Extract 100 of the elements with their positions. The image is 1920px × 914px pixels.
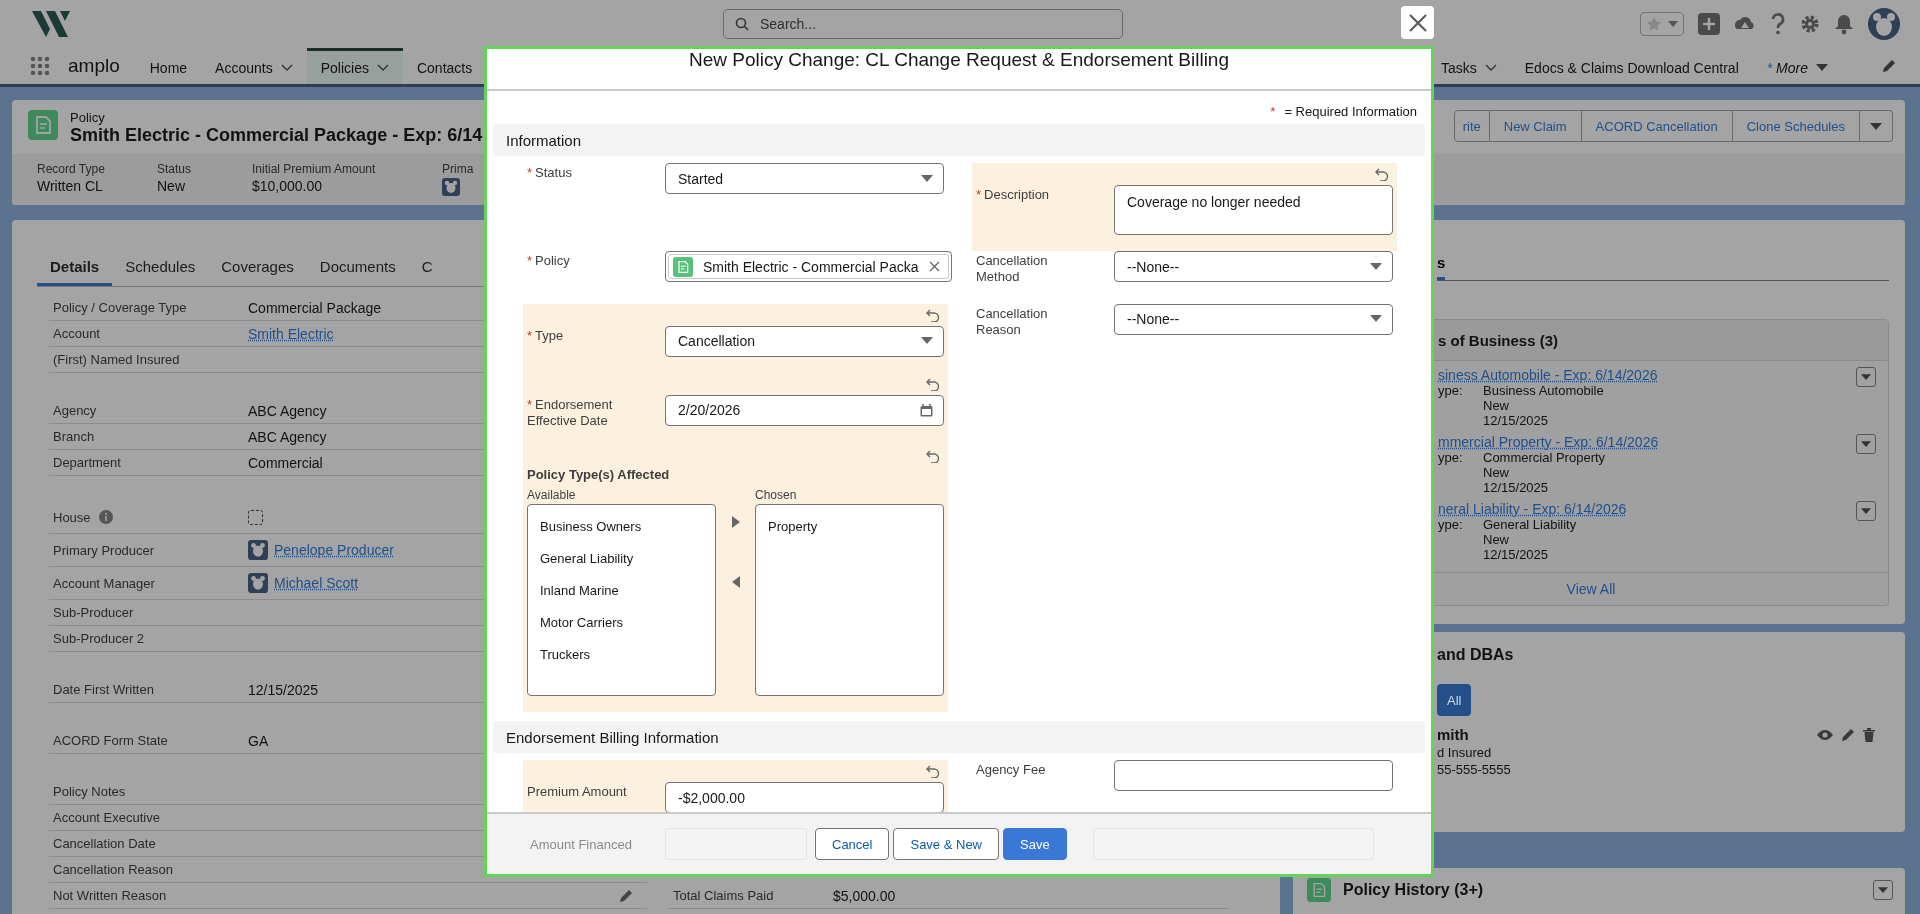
nav-tab[interactable]: Tasks xyxy=(1426,48,1511,84)
object-type: Policy xyxy=(70,110,106,125)
nav-tab[interactable]: Policies xyxy=(306,48,403,84)
field-label: Prima xyxy=(442,162,474,176)
chevron-down-icon[interactable] xyxy=(1484,63,1497,72)
select-field[interactable]: Started xyxy=(665,163,944,194)
input-field[interactable]: -$2,000.00 xyxy=(665,782,944,812)
list-option[interactable]: General Liability xyxy=(540,551,703,566)
listbox[interactable]: Property xyxy=(755,504,944,696)
more-actions-button[interactable] xyxy=(1860,110,1893,142)
undo-icon[interactable] xyxy=(1375,167,1389,181)
view-all-button[interactable]: All xyxy=(1437,684,1472,716)
info-icon[interactable] xyxy=(98,510,113,524)
field-label: * Endorsement Effective Date xyxy=(527,395,614,429)
field-label: Cancellation Reason xyxy=(976,304,1049,338)
related-list-title: s of Business (3) xyxy=(1438,331,1559,349)
undo-icon[interactable] xyxy=(926,376,940,391)
field-label: Sub-Producer xyxy=(53,605,134,620)
bell-icon[interactable] xyxy=(1834,13,1854,35)
search-field[interactable]: Search... xyxy=(723,9,1123,39)
app-launcher-icon[interactable] xyxy=(30,56,50,76)
caret-icon xyxy=(921,174,933,183)
left-arrow-icon[interactable] xyxy=(731,576,740,588)
list-option[interactable]: Inland Marine xyxy=(540,583,703,598)
nav-tab-label: Tasks xyxy=(1440,59,1477,76)
close-button[interactable] xyxy=(1401,6,1434,39)
field-label: Cancellation Date xyxy=(53,836,156,851)
nav-tab[interactable]: Accounts xyxy=(201,48,307,84)
date-field[interactable]: 2/20/2026 xyxy=(665,394,944,426)
field-value: General Liability xyxy=(1483,517,1577,532)
row-menu-button[interactable] xyxy=(1856,501,1876,521)
field-value: New xyxy=(1483,465,1509,480)
field-label: Premium Amount xyxy=(527,783,628,801)
avatar-icon[interactable] xyxy=(1868,8,1900,40)
caret-icon xyxy=(1861,440,1871,448)
pencil-icon[interactable] xyxy=(1882,59,1896,73)
caret-icon xyxy=(1870,122,1882,131)
field-value: $10,000.00 xyxy=(252,178,323,194)
tab[interactable]: Details xyxy=(37,250,113,286)
dialog-button[interactable]: Save & New xyxy=(893,828,999,860)
nav-tab[interactable]: Contacts xyxy=(402,48,487,84)
list-option[interactable]: Business Owners xyxy=(540,519,703,534)
field-label: Account Executive xyxy=(53,810,160,825)
record-title: Smith Electric - Commercial Package - Exp: 6/14 xyxy=(70,125,483,146)
field-label: Initial Premium Amount xyxy=(252,162,376,176)
select-field[interactable]: --None-- xyxy=(1114,303,1393,335)
field-label: * Description xyxy=(976,186,1051,204)
dialog-button[interactable]: Save xyxy=(1003,828,1067,860)
field-value: 12/15/2025 xyxy=(248,681,319,698)
clear-icon[interactable] xyxy=(928,261,940,272)
field-label: ype: xyxy=(1438,383,1464,398)
settings-icon[interactable] xyxy=(1800,14,1820,34)
right-arrow-icon[interactable] xyxy=(731,516,740,528)
field-label: Agency Fee xyxy=(976,761,1047,779)
tab[interactable]: C xyxy=(408,250,446,286)
nav-tab[interactable]: Home xyxy=(135,48,202,84)
add-icon[interactable] xyxy=(1698,13,1720,35)
dialog-button[interactable]: Cancel xyxy=(815,828,890,860)
required-note: = Required Information xyxy=(1284,104,1417,119)
field-value: New xyxy=(1483,398,1509,413)
row-menu-button[interactable] xyxy=(1856,367,1876,387)
pencil-icon[interactable] xyxy=(1841,728,1855,742)
field-label: Policy / Coverage Type xyxy=(53,300,187,315)
document-icon xyxy=(28,110,58,140)
close-icon xyxy=(1408,13,1427,32)
tab[interactable]: Documents xyxy=(306,250,409,286)
text-area[interactable]: Coverage no longer needed xyxy=(1114,185,1393,235)
chevron-down-icon[interactable] xyxy=(376,63,389,72)
caret-icon[interactable] xyxy=(1816,63,1828,72)
tab[interactable]: s xyxy=(1437,248,1446,280)
bear-icon xyxy=(248,573,268,593)
input-field[interactable] xyxy=(1114,760,1393,791)
delete-icon[interactable] xyxy=(1863,728,1875,742)
card-menu-button[interactable] xyxy=(1873,880,1893,900)
field-value: New xyxy=(1483,532,1509,547)
more-menu[interactable]: * More xyxy=(1752,48,1842,84)
field-value: GA xyxy=(248,732,269,749)
list-option[interactable]: Motor Carriers xyxy=(540,615,703,630)
tab[interactable]: Coverages xyxy=(208,250,307,286)
listbox[interactable]: Business Owners General Liability Inland Marine Motor Carriers Truckers xyxy=(527,504,716,696)
nav-tab[interactable]: Edocs & Claims Download Central xyxy=(1510,48,1753,84)
eye-icon[interactable] xyxy=(1817,729,1833,741)
select-field[interactable]: --None-- xyxy=(1114,251,1393,282)
chevron-down-icon[interactable] xyxy=(280,63,293,72)
select-field[interactable]: Cancellation xyxy=(665,325,944,357)
row-menu-button[interactable] xyxy=(1856,434,1876,454)
pencil-icon[interactable] xyxy=(619,888,633,903)
undo-icon[interactable] xyxy=(926,764,940,778)
field-value: 12/15/2025 xyxy=(1483,480,1549,495)
help-icon[interactable] xyxy=(1770,13,1786,35)
undo-icon[interactable] xyxy=(926,307,940,322)
field-value: Commercial Property xyxy=(1483,450,1606,465)
caret-icon xyxy=(921,337,933,345)
field-label: Policy Notes xyxy=(53,784,126,799)
list-option[interactable]: Property xyxy=(768,519,931,534)
list-option[interactable]: Truckers xyxy=(540,647,703,662)
undo-icon[interactable] xyxy=(926,449,940,463)
field-label: Policy Type(s) Affected xyxy=(527,467,670,482)
favorites-button[interactable] xyxy=(1640,12,1684,36)
tab[interactable]: Schedules xyxy=(112,250,209,286)
